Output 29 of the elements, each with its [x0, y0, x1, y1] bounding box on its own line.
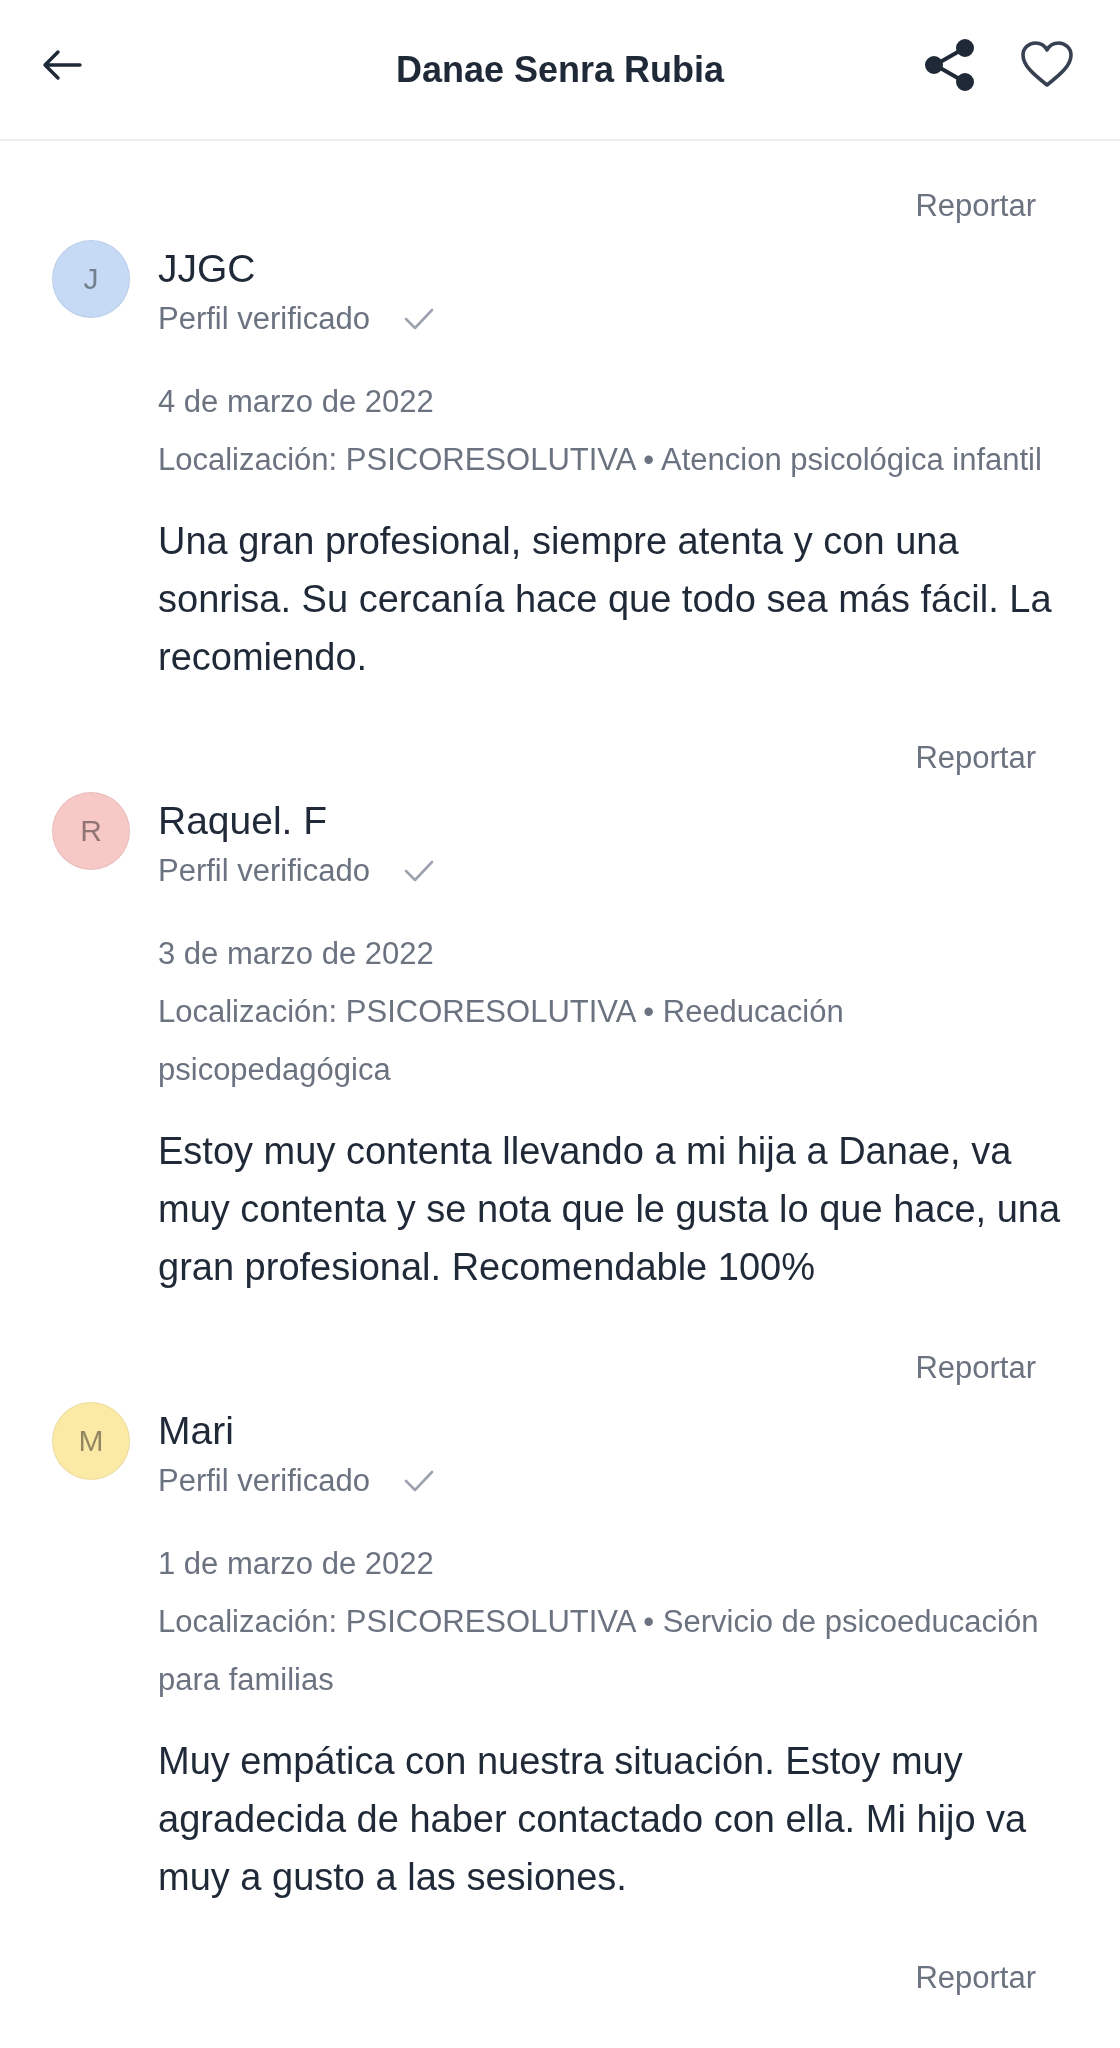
avatar: J — [52, 240, 130, 318]
share-icon[interactable] — [925, 39, 975, 91]
review-text: Estoy muy contenta llevando a mi hija a Danae, va muy contenta y se nota que le gusta lo que hace, una gran profesional. Recomendable 100% — [158, 1129, 1062, 1290]
reviewer-name: JJGC — [158, 246, 257, 292]
avatar: R — [52, 792, 130, 870]
verified-label: Perfil verificado — [158, 853, 370, 889]
review-text: Una gran profesional, siempre atenta y con una sonrisa. Su cercanía hace que todo sea más fácil. La recomiendo. — [158, 519, 1053, 680]
verified-label: Perfil verificado — [158, 301, 370, 337]
page-title: Danae Senra Rubia — [395, 48, 725, 91]
report-link[interactable]: Reportar — [915, 1958, 1036, 1998]
verified-label: Perfil verificado — [158, 1463, 370, 1499]
report-link[interactable]: Reportar — [915, 738, 1036, 778]
review-location: Localización: PSICORESOLUTIVA • Reeducación psicopedagógica — [158, 993, 845, 1089]
avatar: M — [52, 1402, 130, 1480]
check-icon — [403, 1470, 434, 1492]
check-icon — [403, 860, 434, 882]
heart-icon[interactable] — [1020, 41, 1074, 89]
report-link[interactable]: Reportar — [915, 186, 1036, 226]
review-location: Localización: PSICORESOLUTIVA • Servicio de psicoeducación para familias — [158, 1603, 1040, 1699]
review-location: Localización: PSICORESOLUTIVA • Atencion psicológica infantil — [158, 441, 1043, 479]
review-date: 4 de marzo de 2022 — [158, 383, 435, 421]
back-arrow-icon[interactable] — [42, 49, 82, 81]
review-date: 3 de marzo de 2022 — [158, 935, 435, 973]
reviewer-name: Raquel. F — [158, 798, 329, 844]
review-date: 1 de marzo de 2022 — [158, 1545, 435, 1583]
report-link[interactable]: Reportar — [915, 1348, 1036, 1388]
reviewer-name: Mari — [158, 1408, 235, 1454]
check-icon — [403, 308, 434, 330]
review-text: Muy empática con nuestra situación. Estoy muy agradecida de haber contactado con ella. Mi hijo va muy a gusto a las sesiones. — [158, 1739, 1028, 1900]
